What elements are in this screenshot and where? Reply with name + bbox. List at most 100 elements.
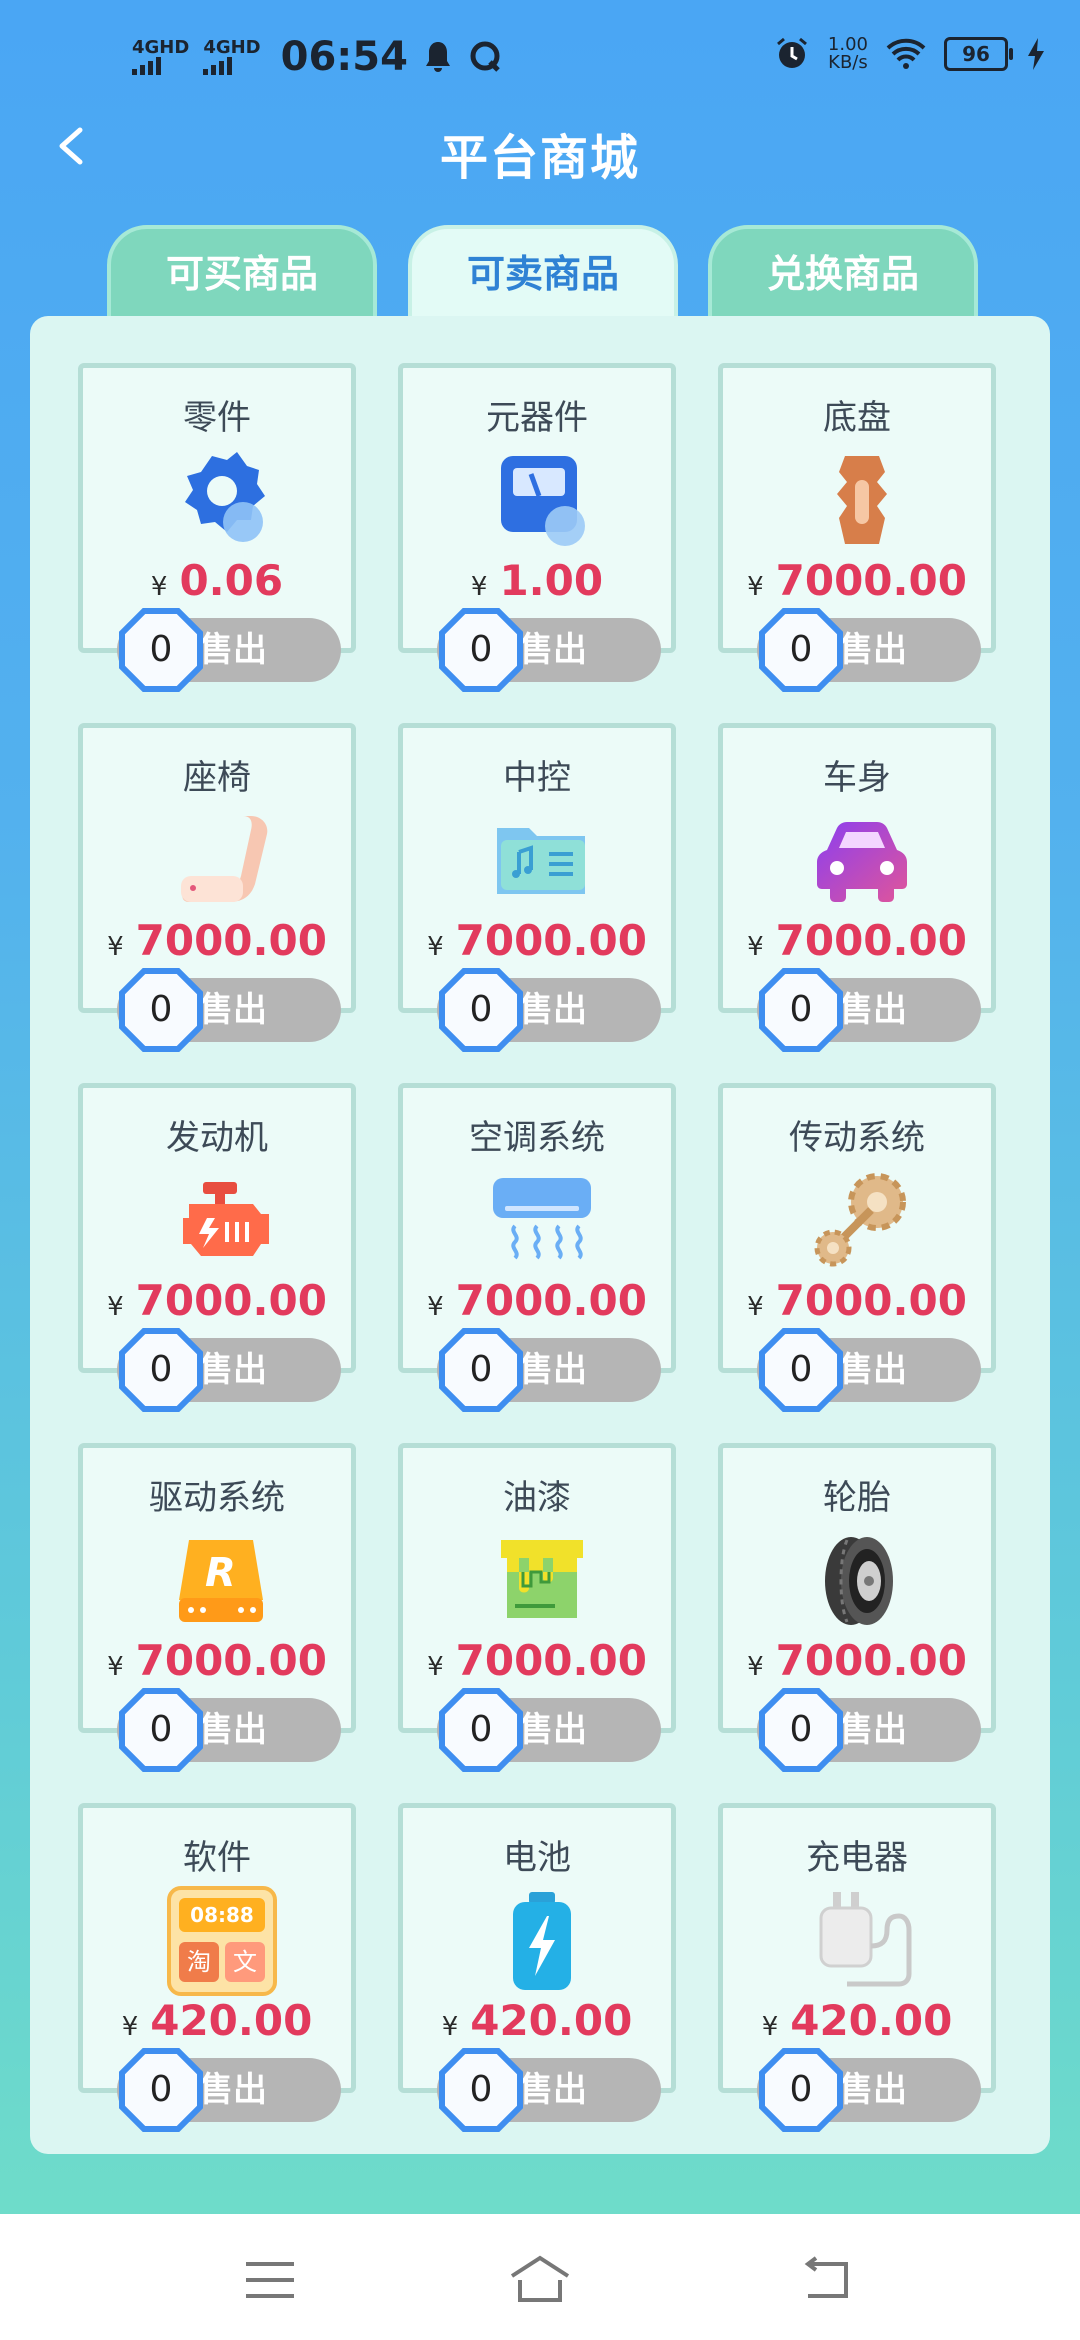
quantity-badge[interactable]: 0 [759, 968, 843, 1052]
alarm-icon [776, 37, 807, 68]
seat-icon [181, 816, 268, 902]
product-card: 空调系统 ¥7000.00 售出 0 [398, 1083, 676, 1412]
product-price: ¥7000.00 [747, 556, 967, 605]
product-name: 充电器 [806, 1838, 908, 1878]
product-price: ¥0.06 [150, 556, 284, 605]
product-card: 电池 ¥420.00 售出 0 [398, 1803, 676, 2132]
car-body-icon [817, 822, 907, 902]
product-name: 油漆 [503, 1478, 571, 1518]
product-card: 软件 08:88 淘 文 ¥420.00 售出 0 [78, 1803, 356, 2132]
tab-exchange[interactable]: 兑换商品 [708, 225, 978, 325]
tab-buyable[interactable]: 可买商品 [107, 225, 377, 325]
product-price: ¥7000.00 [107, 1636, 327, 1685]
product-card: 油漆 ¥7000.00 售出 0 [398, 1443, 676, 1772]
product-card: 底盘 ¥7000.00 售出 0 [718, 363, 996, 692]
software-tile-wen: 文 [225, 1942, 265, 1982]
quantity-badge[interactable]: 0 [439, 1328, 523, 1412]
signal-2-icon: 4GHD [203, 39, 261, 75]
tab-sellable[interactable]: 可卖商品 [408, 225, 678, 325]
product-price: ¥7000.00 [747, 1276, 967, 1325]
product-price: ¥420.00 [441, 1996, 633, 2045]
chassis-icon [837, 456, 887, 544]
quantity-badge[interactable]: 0 [439, 968, 523, 1052]
product-card: 充电器 ¥420.00 售出 0 [718, 1803, 996, 2132]
product-price: ¥1.00 [470, 556, 604, 605]
product-card: 车身 ¥7000.00 售出 0 [718, 723, 996, 1052]
page-title: 平台商城 [439, 130, 640, 186]
network-speed: 1.00 KB/s [827, 34, 868, 73]
product-price: ¥7000.00 [107, 916, 327, 965]
air-conditioner-icon [493, 1178, 591, 1260]
product-card: 零件 ¥0.06 售出 0 [78, 363, 356, 692]
product-price: ¥7000.00 [427, 916, 647, 965]
status-bar: 4GHD 4GHD 06:54 1.00 KB/s 96 [0, 0, 1080, 120]
tire-icon [825, 1537, 893, 1625]
product-name: 元器件 [486, 398, 588, 438]
product-price: ¥7000.00 [747, 916, 967, 965]
quantity-badge[interactable]: 0 [759, 1688, 843, 1772]
charging-bolt-icon [1028, 38, 1044, 70]
media-console-icon [497, 828, 585, 894]
product-card: 座椅 ¥7000.00 售出 0 [78, 723, 356, 1052]
tab-bar: 可买商品 可卖商品 兑换商品 [95, 225, 978, 325]
drive-box-letter: R [205, 1550, 236, 1596]
wifi-icon [886, 38, 926, 69]
product-name: 驱动系统 [149, 1478, 285, 1518]
quantity-badge[interactable]: 0 [119, 608, 203, 692]
product-name: 传动系统 [789, 1118, 925, 1158]
quantity-badge[interactable]: 0 [119, 1688, 203, 1772]
product-card: 元器件 ¥1.00 售出 0 [398, 363, 676, 692]
product-card: 发动机 ¥7000.00 售出 0 [78, 1083, 356, 1412]
quantity-badge[interactable]: 0 [439, 608, 523, 692]
product-grid: 零件 ¥0.06 售出 0 元器件 ¥1.00 售出 0 底盘 ¥7000.00… [30, 316, 1050, 2154]
quantity-badge[interactable]: 0 [119, 2048, 203, 2132]
system-nav-bar [0, 2214, 1080, 2340]
product-name: 空调系统 [469, 1118, 605, 1158]
quantity-badge[interactable]: 0 [759, 2048, 843, 2132]
menu-icon[interactable] [240, 2250, 300, 2310]
product-card: 驱动系统 R ¥7000.00 售出 0 [78, 1443, 356, 1772]
signal-1-icon: 4GHD [132, 39, 189, 75]
app-header: 平台商城 [0, 110, 1080, 190]
product-name: 座椅 [183, 758, 251, 798]
product-price: ¥7000.00 [107, 1276, 327, 1325]
engine-icon [183, 1182, 269, 1256]
product-name: 轮胎 [823, 1478, 891, 1518]
gear-parts-icon [185, 452, 265, 542]
transmission-gears-icon [814, 1173, 906, 1267]
product-card: 传动系统 ¥7000.00 售出 0 [718, 1083, 996, 1412]
quantity-badge[interactable]: 0 [439, 2048, 523, 2132]
quantity-badge[interactable]: 0 [119, 968, 203, 1052]
product-price: ¥7000.00 [747, 1636, 967, 1685]
product-name: 中控 [503, 758, 571, 798]
product-name: 底盘 [823, 398, 891, 438]
product-price: ¥7000.00 [427, 1636, 647, 1685]
quantity-badge[interactable]: 0 [439, 1688, 523, 1772]
meter-component-icon [501, 456, 585, 546]
clock: 06:54 [280, 34, 408, 80]
product-price: ¥7000.00 [427, 1276, 647, 1325]
paint-bucket-icon [501, 1540, 583, 1618]
product-name: 车身 [823, 758, 891, 798]
notification-bell-icon [425, 42, 450, 72]
product-card: 中控 ¥7000.00 售出 0 [398, 723, 676, 1052]
software-tile-tao: 淘 [179, 1942, 219, 1982]
battery-icon [513, 1892, 571, 1990]
software-clock-tile: 08:88 [179, 1898, 265, 1932]
software-apps-icon: 08:88 淘 文 [167, 1886, 277, 1996]
product-name: 软件 [183, 1838, 251, 1878]
battery-level: 96 [944, 37, 1013, 71]
charger-icon [819, 1892, 912, 1987]
product-name: 发动机 [166, 1118, 268, 1158]
quantity-badge[interactable]: 0 [119, 1328, 203, 1412]
product-name: 零件 [183, 398, 251, 438]
product-price: ¥420.00 [121, 1996, 313, 2045]
product-name: 电池 [503, 1838, 571, 1878]
product-card: 轮胎 ¥7000.00 售出 0 [718, 1443, 996, 1772]
quantity-badge[interactable]: 0 [759, 608, 843, 692]
home-icon[interactable] [510, 2250, 570, 2310]
product-price: ¥420.00 [761, 1996, 953, 2045]
back-nav-icon[interactable] [796, 2250, 856, 2310]
quantity-badge[interactable]: 0 [759, 1328, 843, 1412]
qq-app-icon [470, 41, 500, 72]
